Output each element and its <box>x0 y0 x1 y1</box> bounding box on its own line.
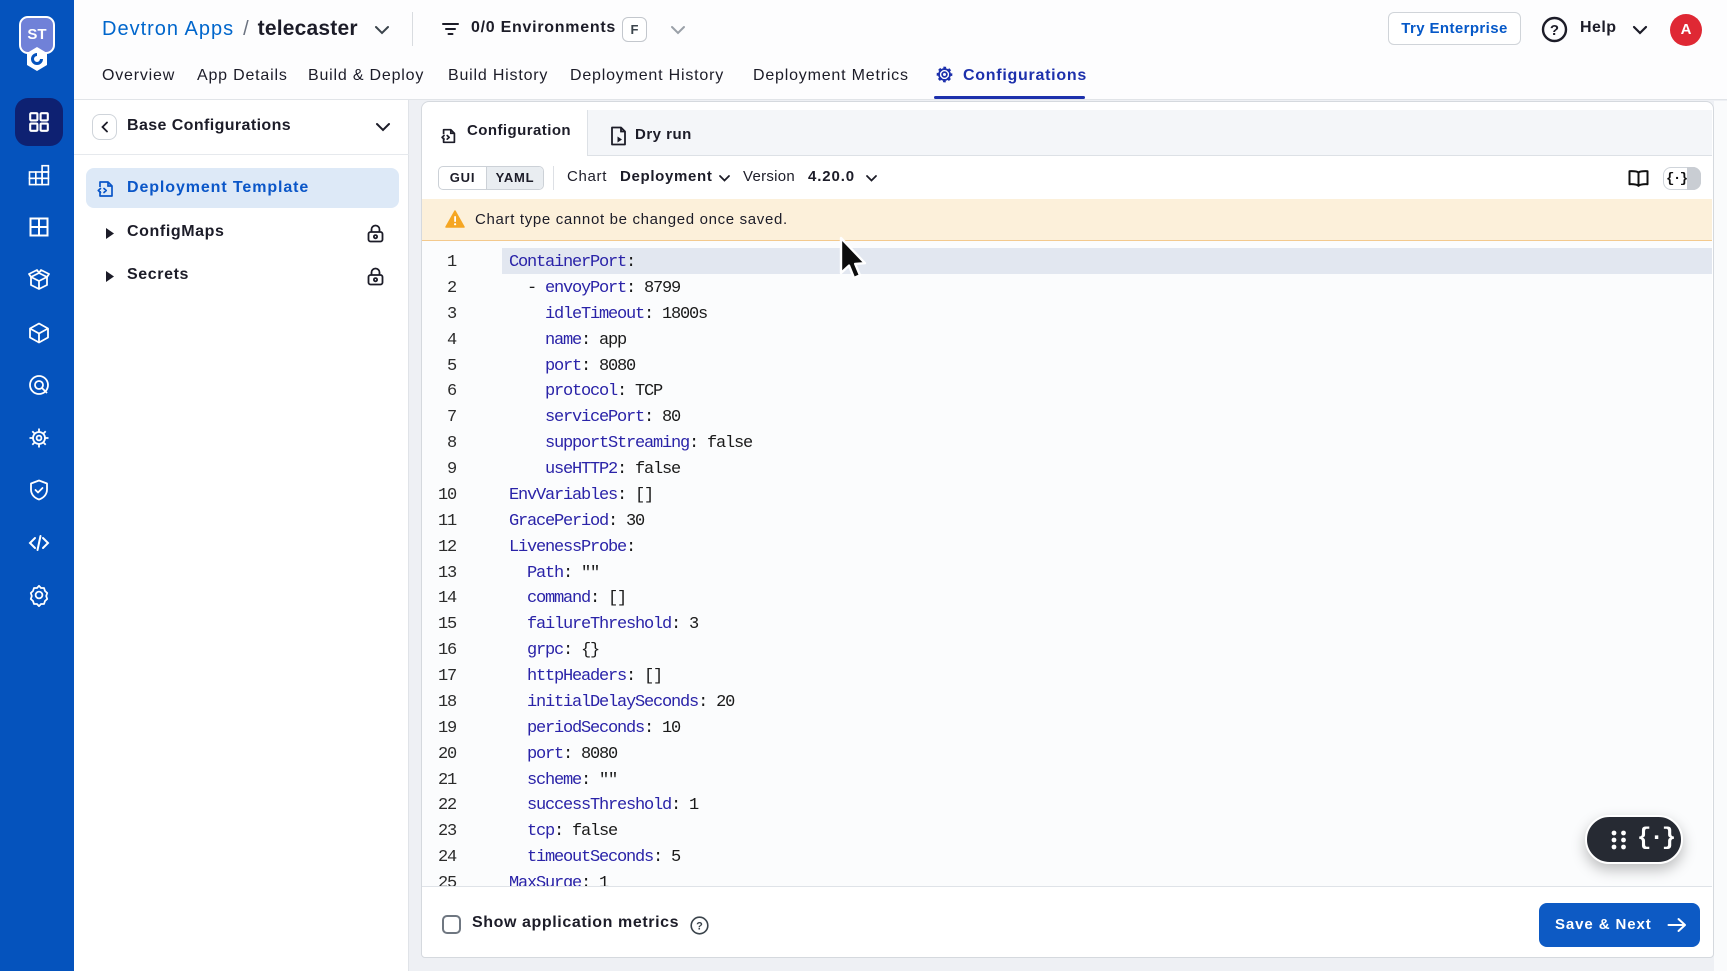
svg-text:?: ? <box>1550 22 1559 39</box>
svg-text:?: ? <box>696 921 703 933</box>
